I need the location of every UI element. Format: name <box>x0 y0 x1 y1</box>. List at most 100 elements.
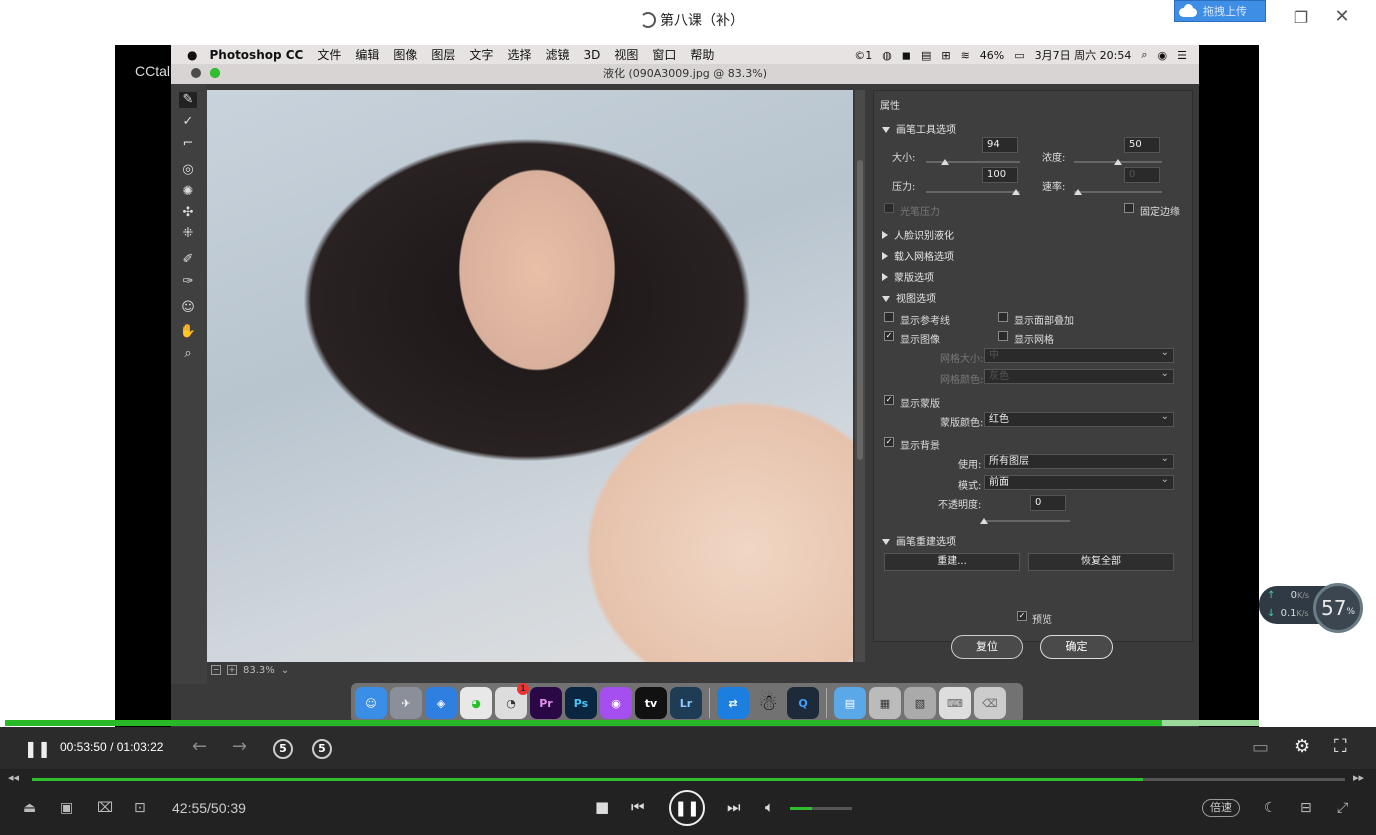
rewind-icon[interactable]: ◂◂ <box>8 771 19 784</box>
reconstruct-tool-icon[interactable]: ✓ <box>179 114 197 130</box>
density-field[interactable]: 50 <box>1124 137 1160 153</box>
rate-slider-knob[interactable] <box>1074 189 1082 195</box>
pin-edges-checkbox[interactable] <box>1124 203 1134 213</box>
safari-icon[interactable]: ◈ <box>425 687 457 719</box>
mesh-size-select[interactable]: 中 <box>984 346 1174 363</box>
network-speed-widget[interactable]: ↑ 0K/s ↓ 0.1K/s 57% <box>1259 583 1363 633</box>
opacity-slider-knob[interactable] <box>980 518 988 524</box>
push-left-tool-icon[interactable]: ⁜ <box>179 226 197 242</box>
smooth-tool-icon[interactable]: ⌐ <box>179 136 197 152</box>
subtitle-icon[interactable]: ▣ <box>60 800 73 816</box>
stylus-checkbox[interactable] <box>884 203 894 213</box>
restore-icon[interactable]: ❐ <box>1291 8 1311 27</box>
view-section[interactable]: 视图选项 <box>882 290 936 305</box>
rate-slider[interactable] <box>1074 191 1162 193</box>
show-guides-checkbox[interactable] <box>884 312 894 322</box>
next-arrow-icon[interactable]: → <box>232 736 247 757</box>
ok-button[interactable]: 确定 <box>1040 635 1113 659</box>
opacity-field[interactable]: 0 <box>1030 495 1066 511</box>
speed-button[interactable]: 倍速 <box>1202 799 1240 817</box>
pressure-slider-knob[interactable] <box>1012 189 1020 195</box>
pucker-tool-icon[interactable]: ✺ <box>179 184 197 200</box>
trash-icon[interactable]: ⌫ <box>974 687 1006 719</box>
reconstruct-button[interactable]: 重建... <box>884 553 1020 571</box>
expand-icon[interactable]: ⤢ <box>1337 800 1348 816</box>
wechat-icon[interactable]: ◕ <box>460 687 492 719</box>
document-stack-icon[interactable]: ▦ <box>869 687 901 719</box>
scroll-thumb[interactable] <box>857 160 863 460</box>
stop-icon[interactable]: ■ <box>595 798 609 816</box>
size-slider-knob[interactable] <box>941 159 949 165</box>
quicktime-icon[interactable]: Q <box>787 687 819 719</box>
skip-back-button[interactable]: 5 <box>273 739 293 759</box>
appletv-icon[interactable]: tv <box>635 687 667 719</box>
zoom-value[interactable]: 83.3% <box>243 665 275 676</box>
restore-all-button[interactable]: 恢复全部 <box>1028 553 1174 571</box>
bloat-tool-icon[interactable]: ✣ <box>179 205 197 221</box>
lightroom-icon[interactable]: Lr <box>670 687 702 719</box>
zoom-tool-icon[interactable]: ⌕ <box>179 346 197 362</box>
forward-warp-tool-icon[interactable]: ✎ <box>179 92 197 108</box>
thaw-mask-tool-icon[interactable]: ✑ <box>179 274 197 290</box>
close-icon[interactable]: ✕ <box>1332 6 1352 27</box>
pressure-slider[interactable] <box>926 191 1020 193</box>
gear-icon[interactable]: ⚙ <box>1294 736 1310 757</box>
pip-icon[interactable]: ▭ <box>1252 737 1269 758</box>
upload-button[interactable]: 拖拽上传 <box>1174 0 1266 22</box>
podcasts-icon[interactable]: ◉ <box>600 687 632 719</box>
previous-icon[interactable]: ⏮ <box>631 798 645 816</box>
volume-icon[interactable]: 🔈︎ <box>765 798 774 816</box>
volume-slider[interactable] <box>790 807 852 810</box>
show-face-overlay-checkbox[interactable] <box>998 312 1008 322</box>
freeze-mask-tool-icon[interactable]: ✐ <box>179 252 197 268</box>
night-mode-icon[interactable]: ☾ <box>1264 800 1277 816</box>
density-slider-knob[interactable] <box>1114 159 1122 165</box>
hand-tool-icon[interactable]: ✋ <box>179 324 197 340</box>
zoom-out-icon[interactable]: − <box>211 665 221 675</box>
finder-icon[interactable]: ☺ <box>355 687 387 719</box>
reset-button[interactable]: 复位 <box>951 635 1023 659</box>
show-backdrop-checkbox[interactable]: ✓ <box>884 437 894 447</box>
fullscreen-icon[interactable]: ⛶ <box>1334 736 1347 757</box>
screenshot-stack-icon[interactable]: ▧ <box>904 687 936 719</box>
twirl-tool-icon[interactable]: ◎ <box>179 162 197 178</box>
preview-checkbox[interactable]: ✓ <box>1017 611 1027 621</box>
launchpad-icon[interactable]: ✈ <box>390 687 422 719</box>
clock-app-icon[interactable]: ◔ 1 <box>495 683 529 719</box>
cast-icon[interactable]: ⊡ <box>134 800 146 816</box>
pressure-field[interactable]: 100 <box>982 167 1018 183</box>
mask-section[interactable]: 蒙版选项 <box>882 269 934 284</box>
face-aware-section[interactable]: 人脸识别液化 <box>882 227 954 242</box>
chevron-down-icon[interactable]: ⌄ <box>281 665 289 676</box>
qq-icon[interactable]: ☃ <box>752 687 784 719</box>
image-canvas[interactable] <box>207 90 853 662</box>
mesh-color-select[interactable]: 灰色 <box>984 367 1174 384</box>
premiere-icon[interactable]: Pr <box>530 687 562 719</box>
load-mesh-section[interactable]: 载入网格选项 <box>882 248 954 263</box>
prev-arrow-icon[interactable]: ← <box>192 736 207 757</box>
zoom-in-icon[interactable]: + <box>227 665 237 675</box>
skip-forward-button[interactable]: 5 <box>312 739 332 759</box>
downloads-folder-icon[interactable]: ▤ <box>834 687 866 719</box>
keyboard-icon[interactable]: ⌨ <box>939 687 971 719</box>
show-mask-checkbox[interactable]: ✓ <box>884 395 894 405</box>
size-field[interactable]: 94 <box>982 137 1018 153</box>
photoshop-icon[interactable]: Ps <box>565 687 597 719</box>
toolbox-icon[interactable]: ⊟ <box>1300 800 1312 816</box>
rate-field[interactable]: 0 <box>1124 167 1160 183</box>
screenshot-icon[interactable]: ⌧ <box>97 800 113 816</box>
mode-select[interactable]: 前面 <box>984 473 1174 490</box>
show-image-checkbox[interactable]: ✓ <box>884 331 894 341</box>
next-icon[interactable]: ⏭ <box>727 798 741 816</box>
play-pause-button[interactable]: ❚❚ <box>669 790 705 826</box>
use-select[interactable]: 所有图层 <box>984 452 1174 469</box>
main-progress-bar[interactable] <box>32 778 1345 781</box>
eject-icon[interactable]: ⏏ <box>23 800 36 816</box>
show-mesh-checkbox[interactable] <box>998 331 1008 341</box>
mask-color-select[interactable]: 红色 <box>984 410 1174 427</box>
teamviewer-icon[interactable]: ⇄ <box>717 687 749 719</box>
reconstruct-section[interactable]: 画笔重建选项 <box>882 533 956 548</box>
video-area[interactable]: CCtalk ● Photoshop CC 文件 编辑 图像 图层 文字 选择 … <box>0 45 1376 727</box>
video-progress-bar[interactable] <box>5 720 1259 726</box>
face-tool-icon[interactable]: ☺ <box>179 300 197 316</box>
